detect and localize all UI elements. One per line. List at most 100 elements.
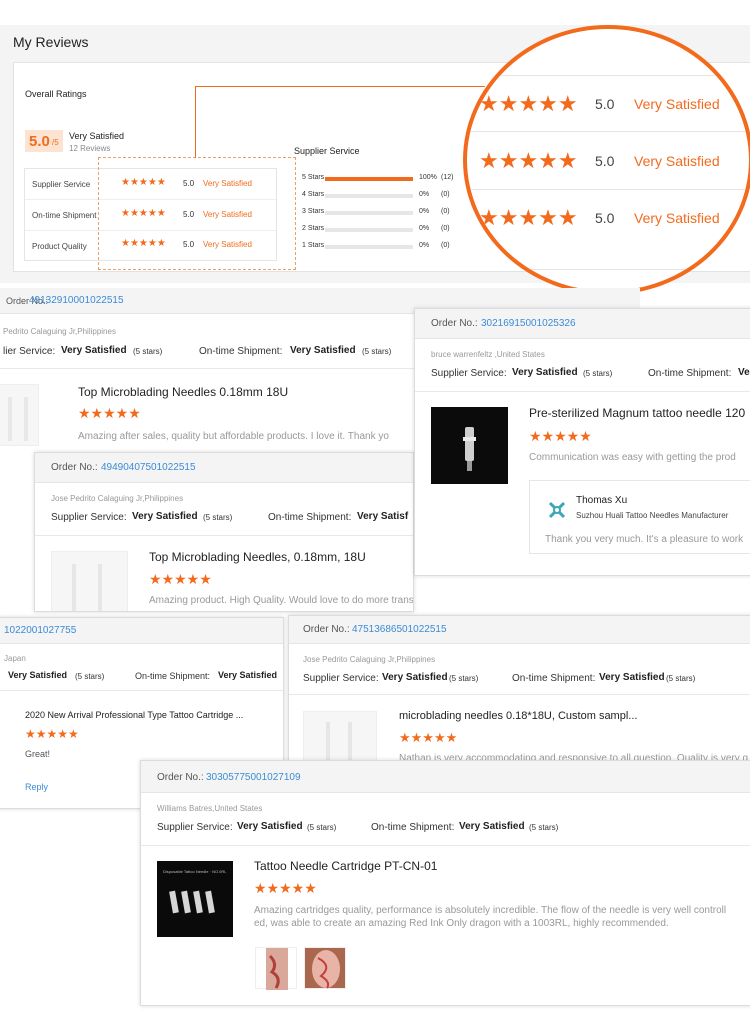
supplier-service-label: Supplier Service: <box>157 822 233 833</box>
breakdown-count: (0) <box>441 208 450 215</box>
breakdown-bar <box>325 245 413 249</box>
order-number-link[interactable]: 1022001027755 <box>4 625 76 636</box>
page-title: My Reviews <box>13 34 89 50</box>
product-thumbnail[interactable] <box>303 711 377 764</box>
reply-text: Thank you very much. It's a pleasure to … <box>545 534 744 545</box>
breakdown-bar <box>325 228 413 232</box>
supplier-service-stars: (5 stars) <box>75 672 105 681</box>
rating-name: Product Quality <box>32 242 87 251</box>
breakdown-row: 2 Stars 0% (0) <box>294 223 464 237</box>
rating-name: On-time Shipment <box>32 211 97 220</box>
reviewer-name: Pedrito Calaguing Jr,Philippines <box>3 327 116 336</box>
review-stars: ★★★★★ <box>529 428 592 444</box>
product-thumbnail[interactable] <box>51 551 128 611</box>
overall-verdict: Very Satisfied <box>69 131 125 141</box>
supplier-service-stars: (5 stars) <box>203 513 233 522</box>
breakdown-pct: 0% <box>419 208 430 215</box>
overall-ratings-label: Overall Ratings <box>25 89 87 99</box>
product-thumbnail[interactable] <box>0 384 39 446</box>
order-number-link[interactable]: 30216915001025326 <box>481 318 576 329</box>
review-stars: ★★★★★ <box>399 730 458 745</box>
shipment-stars: (5 stars) <box>666 674 696 683</box>
product-title[interactable]: Tattoo Needle Cartridge PT-CN-01 <box>254 859 437 873</box>
overall-score: 5.0 <box>29 133 50 150</box>
review-comment: Amazing cartridges quality, performance … <box>254 905 727 916</box>
supplier-logo-icon <box>548 501 566 519</box>
order-number-link[interactable]: 49490407501022515 <box>101 462 196 473</box>
zoom-lens: ★★★★★ 5.0 Very Satisfied ★★★★★ 5.0 Very … <box>463 25 750 295</box>
zoom-row-divider <box>467 189 749 190</box>
zoom-stars: ★★★★★ <box>479 91 578 116</box>
shipment-label: On-time Shipment: <box>648 368 732 379</box>
tattoo-needle-image <box>463 427 476 471</box>
zoom-verdict: Very Satisfied <box>634 96 720 112</box>
shipment-value: Very Satisfied <box>599 672 665 683</box>
breakdown-count: (0) <box>441 242 450 249</box>
card-divider <box>289 694 750 695</box>
product-title[interactable]: Pre-sterilized Magnum tattoo needle 120 <box>529 406 745 420</box>
review-stars: ★★★★★ <box>149 571 212 587</box>
review-stars: ★★★★★ <box>78 405 141 421</box>
breakdown-label: 5 Stars <box>302 174 325 181</box>
card-header: Order No.: 47513686501022515 <box>289 616 750 644</box>
product-thumbnail[interactable]: Disposable Tattoo Needle · NO.0RL <box>157 861 233 937</box>
order-label: Order No.: <box>157 772 204 783</box>
breakdown-count: (0) <box>441 225 450 232</box>
supplier-service-stars: (5 stars) <box>583 369 613 378</box>
breakdown-label: 2 Stars <box>302 225 325 232</box>
review-comment: Communication was easy with getting the … <box>529 452 736 463</box>
shipment-value: Very Satisfied <box>218 670 278 680</box>
card-header: 1022001027755 <box>0 618 283 644</box>
order-number-link[interactable]: 47513686501022515 <box>352 624 447 635</box>
product-title[interactable]: Top Microblading Needles, 0.18mm, 18U <box>149 550 366 564</box>
breakdown-bar-fill <box>325 177 413 181</box>
order-number-link[interactable]: 30305775001027109 <box>206 772 301 783</box>
review-card: Order No.: 30216915001025326 bruce warre… <box>414 308 750 576</box>
review-comment: Amazing after sales, quality but afforda… <box>78 431 389 442</box>
breakdown-pct: 0% <box>419 242 430 249</box>
card-divider <box>0 690 283 691</box>
overall-score-box: 5.0 /5 <box>25 130 63 152</box>
review-card: Order No.: 49490407501022515 Jose Pedrit… <box>34 452 414 612</box>
reviewer-name: bruce warrenfeltz ,United States <box>431 350 545 359</box>
review-comment: Great! <box>25 749 51 759</box>
shipment-label: On-time Shipment: <box>371 822 455 833</box>
rating-verdict: Very Satisfied <box>203 179 252 188</box>
breakdown-bar <box>325 211 413 215</box>
order-label: Order No.: <box>303 624 350 635</box>
review-photo-image <box>266 948 288 990</box>
product-title[interactable]: microblading needles 0.18*18U, Custom sa… <box>399 710 637 722</box>
breakdown-pct: 0% <box>419 191 430 198</box>
product-title[interactable]: Top Microblading Needles 0.18mm 18U <box>78 385 288 399</box>
reply-link[interactable]: Reply <box>25 782 48 792</box>
rating-stars: ★★★★★ <box>121 238 166 249</box>
thumbnail-caption: Disposable Tattoo Needle · NO.0RL <box>163 869 227 874</box>
supplier-service-label: Supplier Service: <box>303 673 379 684</box>
breakdown-label: 4 Stars <box>302 191 325 198</box>
card-divider <box>415 391 750 392</box>
microblade-image <box>8 397 28 441</box>
zoom-row-divider <box>467 269 749 270</box>
zoom-verdict: Very Satisfied <box>634 210 720 226</box>
zoom-row-divider <box>467 131 749 132</box>
supplier-service-stars: (5 stars) <box>133 347 163 356</box>
reviewer-name: Williams Batres,United States <box>157 804 263 813</box>
supplier-service-value: Very Satisfied <box>512 367 578 378</box>
supplier-service-label: Supplier Service: <box>431 368 507 379</box>
review-photo[interactable] <box>304 947 346 989</box>
breakdown-row: 1 Stars 0% (0) <box>294 240 464 254</box>
review-comment: ed, was able to create an amazing Red In… <box>254 918 669 929</box>
shipment-label: On-time Shipment: <box>512 673 596 684</box>
breakdown-pct: 0% <box>419 225 430 232</box>
breakdown-title: Supplier Service <box>294 146 360 156</box>
review-photo[interactable] <box>255 947 297 990</box>
rating-stars: ★★★★★ <box>121 177 166 188</box>
breakdown-row: 3 Stars 0% (0) <box>294 206 464 220</box>
product-title[interactable]: 2020 New Arrival Professional Type Tatto… <box>25 710 243 720</box>
order-number-link[interactable]: 49132910001022515 <box>29 295 124 306</box>
replier-company: Suzhou Huali Tattoo Needles Manufacturer <box>576 511 729 520</box>
product-thumbnail[interactable] <box>431 407 508 484</box>
breakdown-count: (12) <box>441 174 454 181</box>
breakdown-pct: 100% <box>419 174 437 181</box>
shipment-value: Ve <box>738 367 750 378</box>
